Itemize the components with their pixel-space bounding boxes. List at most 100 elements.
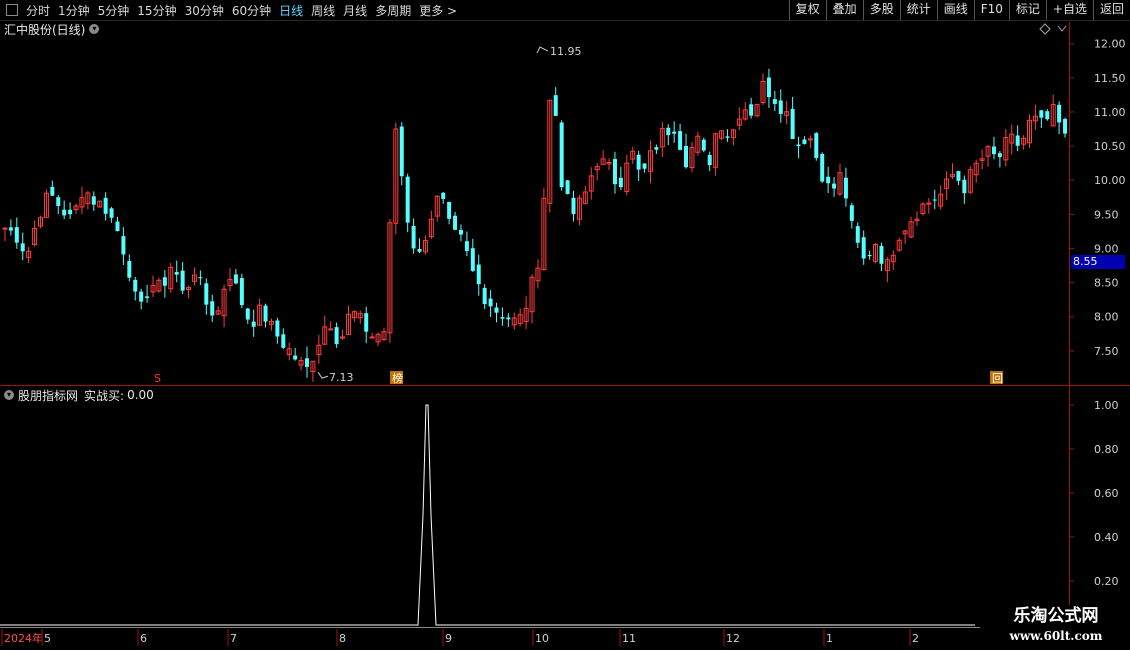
candle	[624, 154, 630, 196]
period-tab-7[interactable]: 周线	[307, 2, 339, 19]
indicator-layer	[0, 404, 975, 626]
period-tab-5[interactable]: 60分钟	[228, 2, 275, 19]
candle	[127, 254, 132, 282]
indicator-tick-label: 1.00	[1094, 399, 1119, 412]
indicator-tick-label: 0.20	[1094, 575, 1119, 588]
candle	[441, 191, 446, 204]
main-title-text: 汇中股份(日线)	[4, 22, 86, 37]
candle	[351, 310, 357, 322]
chevron-down-icon[interactable]: ▾	[89, 24, 100, 34]
period-tab-9[interactable]: 多周期	[371, 2, 415, 19]
period-tab-2[interactable]: 5分钟	[94, 2, 134, 19]
candle	[293, 347, 298, 361]
indicator-field-label: 实战买:	[84, 388, 125, 403]
candle	[932, 189, 937, 210]
period-tab-10[interactable]: 更多 >	[415, 2, 461, 19]
candle	[1015, 125, 1020, 152]
candle	[37, 215, 43, 229]
candle	[588, 167, 594, 200]
candle	[636, 150, 641, 181]
price-tick-label: 7.50	[1094, 345, 1119, 358]
price-tick-label: 10.50	[1094, 140, 1126, 153]
candle	[820, 152, 825, 183]
candle	[43, 189, 49, 218]
candle	[807, 135, 813, 149]
toolbar-button-6[interactable]: 标记	[1008, 0, 1046, 20]
candle	[707, 151, 712, 172]
chevron-down-icon[interactable]: ▾	[4, 390, 14, 400]
candle	[162, 269, 167, 298]
indicator-name: 股朋指标网	[18, 388, 79, 403]
price-tick-label: 9.50	[1094, 208, 1119, 221]
candle	[950, 163, 956, 179]
candle	[221, 284, 227, 328]
candle	[20, 232, 25, 261]
candle	[150, 275, 156, 298]
grid-layer	[0, 22, 1130, 628]
candle	[50, 180, 55, 197]
toolbar-button-0[interactable]: 复权	[788, 0, 826, 20]
price-tick-label: 11.50	[1094, 72, 1126, 85]
candle	[2, 227, 8, 241]
candle	[298, 356, 304, 371]
toolbar-button-5[interactable]: F10	[973, 0, 1009, 20]
diamond-icon	[1039, 23, 1051, 35]
toolbar-button-7[interactable]: +自选	[1045, 0, 1093, 20]
candle	[541, 187, 547, 271]
candle	[168, 262, 174, 293]
candle	[399, 122, 404, 186]
kline-chart[interactable]: 12.0011.5011.0010.5010.009.509.008.508.0…	[0, 0, 1130, 650]
candle	[340, 329, 346, 340]
candle	[375, 332, 381, 346]
candle	[754, 103, 760, 118]
candle	[666, 124, 671, 145]
candle	[387, 218, 393, 343]
period-tab-0[interactable]: 分时	[22, 2, 54, 19]
candle	[215, 306, 221, 316]
candle	[381, 327, 387, 341]
toolbar-button-3[interactable]: 统计	[899, 0, 937, 20]
candle	[884, 256, 890, 283]
current-price-tag: 8.55	[1071, 255, 1125, 269]
panel-toggle-icon[interactable]	[6, 4, 18, 16]
period-tab-8[interactable]: 月线	[339, 2, 371, 19]
candle	[553, 87, 558, 116]
period-tab-3[interactable]: 15分钟	[133, 2, 180, 19]
toolbar-button-2[interactable]: 多股	[862, 0, 900, 20]
candle	[826, 166, 831, 194]
candle	[979, 149, 985, 170]
candle	[760, 73, 766, 105]
candle	[79, 186, 85, 214]
candle	[523, 296, 529, 330]
candle	[482, 284, 487, 309]
toolbar-button-1[interactable]: 叠加	[825, 0, 863, 20]
candle	[944, 171, 950, 201]
period-tab-6[interactable]: 日线	[275, 2, 307, 19]
candle	[814, 131, 819, 161]
indicator-field-value: 0.00	[127, 388, 154, 402]
candle	[642, 163, 647, 173]
candle-layer[interactable]	[2, 68, 1068, 382]
candle	[328, 321, 334, 331]
toolbar-button-4[interactable]: 画线	[936, 0, 974, 20]
candle	[594, 162, 600, 181]
candle	[156, 277, 162, 293]
candle	[453, 211, 458, 231]
candle	[559, 120, 564, 191]
toolbar-button-8[interactable]: 返回	[1092, 0, 1130, 20]
candle	[701, 137, 706, 153]
candle	[411, 218, 416, 254]
candle	[447, 201, 452, 225]
candle	[145, 284, 150, 303]
candle	[233, 269, 238, 285]
candle	[281, 328, 286, 349]
period-tab-4[interactable]: 30分钟	[181, 2, 228, 19]
candle	[902, 229, 908, 244]
candle	[1057, 101, 1062, 135]
candle	[417, 238, 422, 254]
candle	[275, 317, 280, 344]
price-axis: 12.0011.5011.0010.5010.009.509.008.508.0…	[1, 38, 1126, 646]
period-tab-1[interactable]: 1分钟	[54, 2, 94, 19]
candle	[73, 203, 79, 214]
candle	[600, 150, 606, 165]
